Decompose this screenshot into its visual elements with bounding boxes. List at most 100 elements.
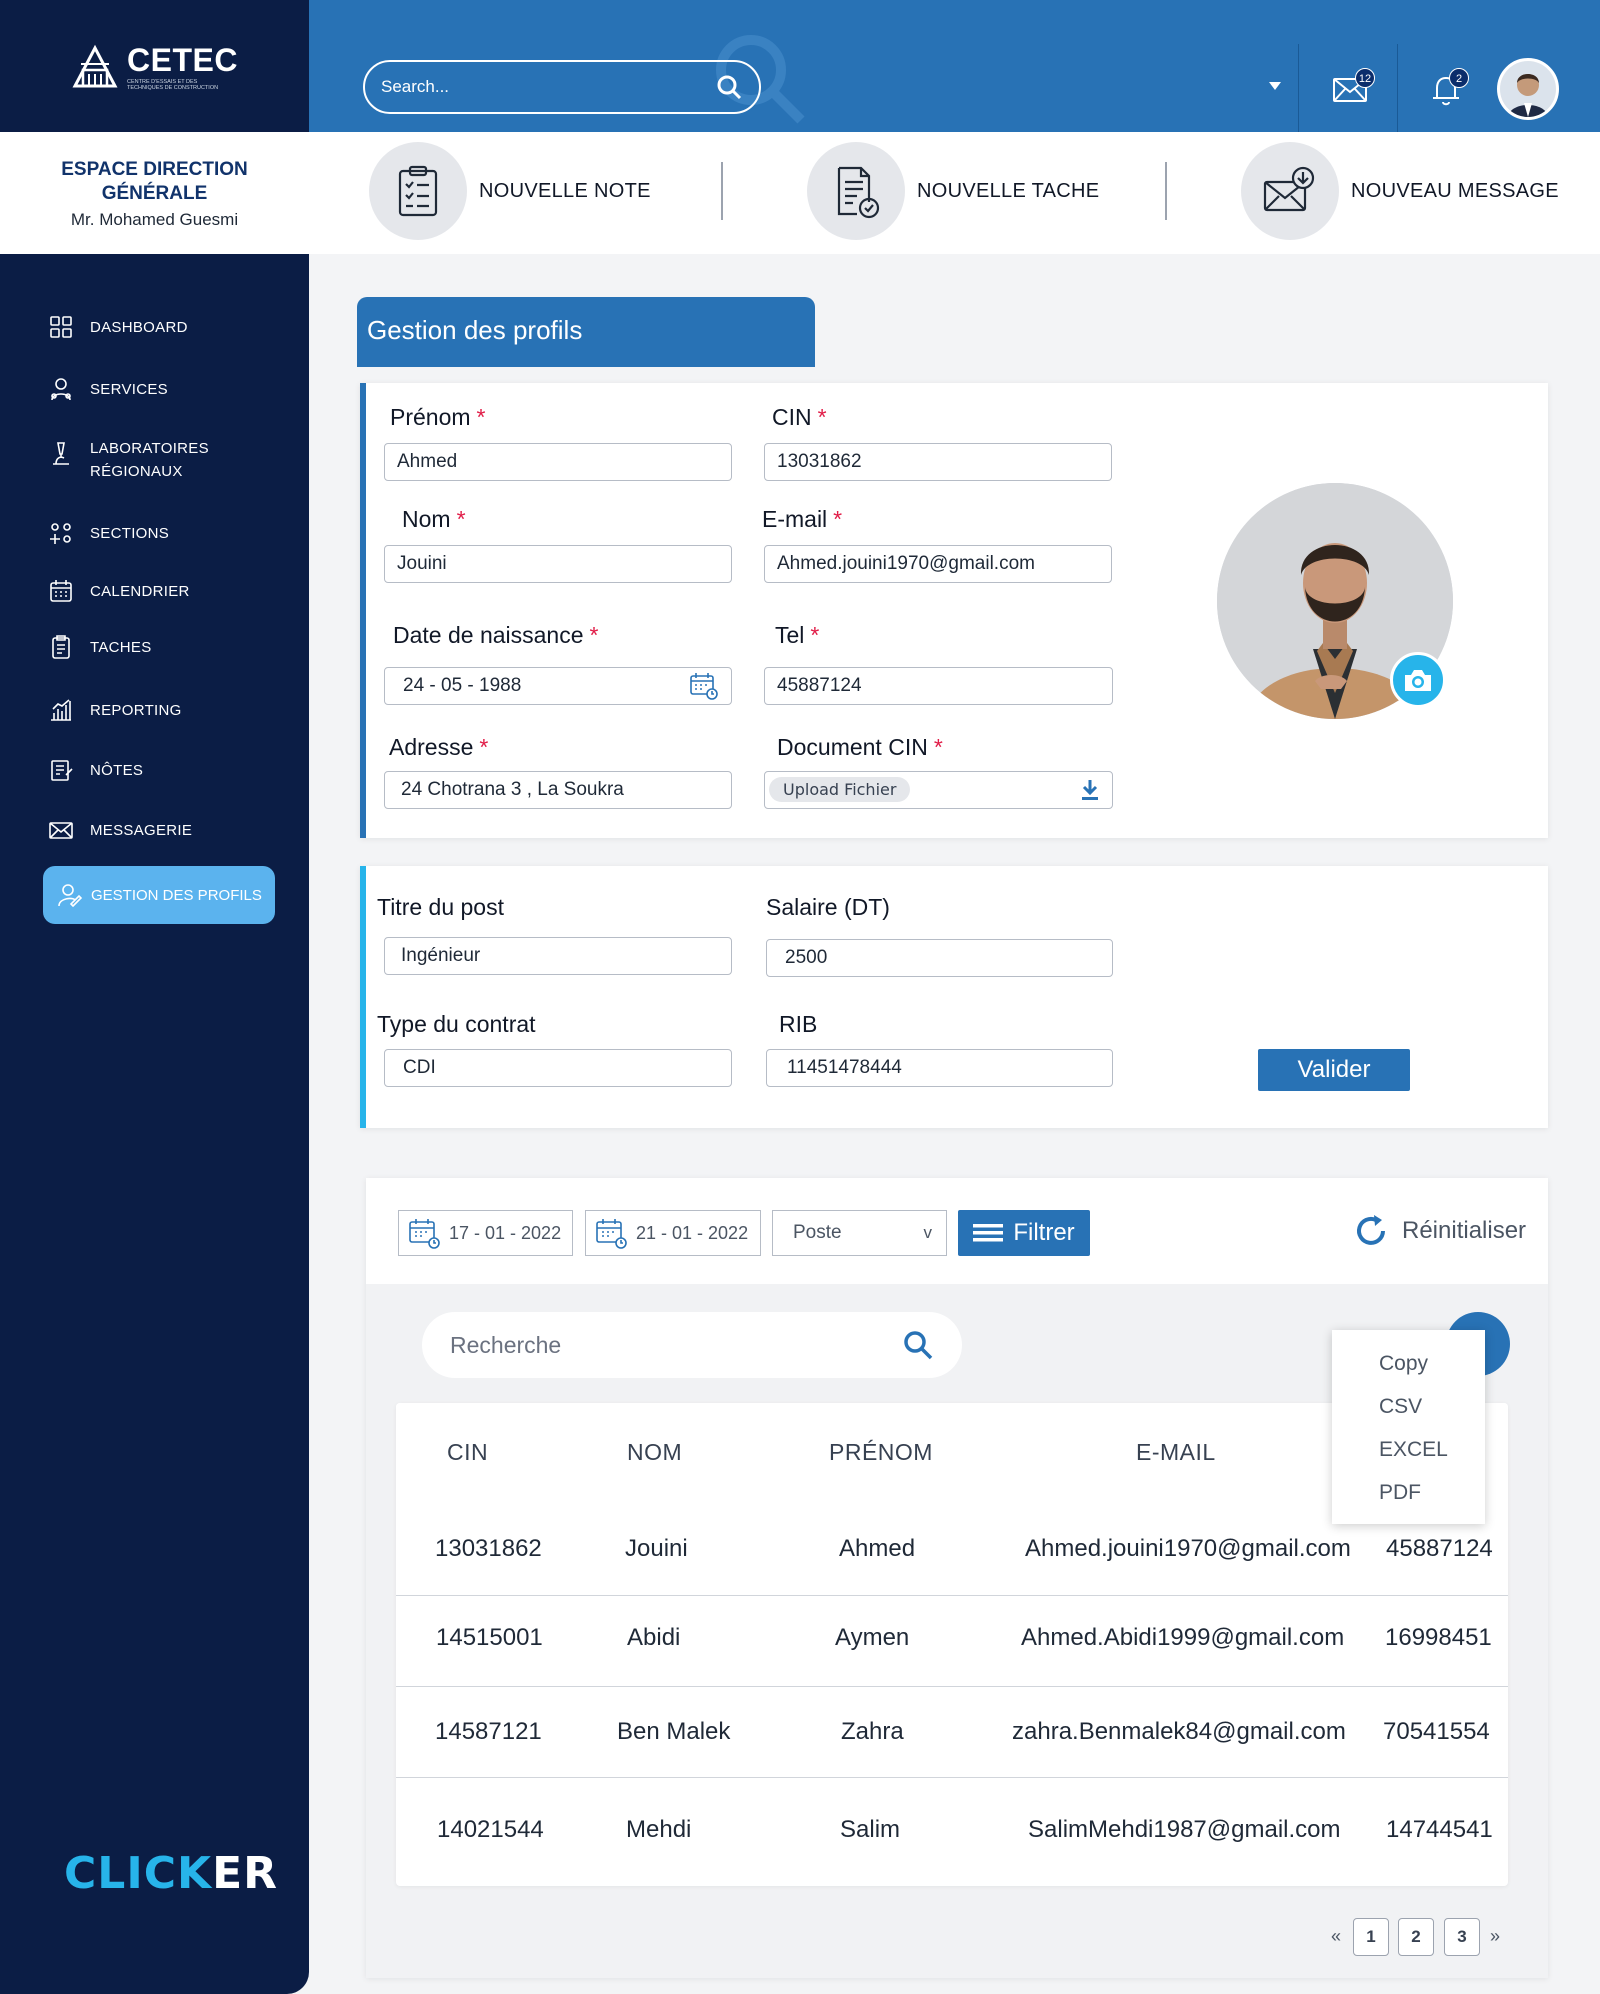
sidebar-item-calendrier[interactable]: CALENDRIER xyxy=(48,578,190,604)
rib-field[interactable]: 11451478444 xyxy=(766,1049,1113,1087)
export-copy[interactable]: Copy xyxy=(1332,1352,1485,1395)
table-search-input[interactable]: Recherche xyxy=(422,1312,962,1378)
pagination-next[interactable]: » xyxy=(1490,1926,1500,1947)
sidebar-item-services[interactable]: SERVICES xyxy=(48,376,168,402)
titre-field[interactable]: Ingénieur xyxy=(384,937,732,975)
sidebar-item-reporting[interactable]: REPORTING xyxy=(48,697,182,723)
sidebar-item-label: SECTIONS xyxy=(90,524,170,542)
reinitialiser-button[interactable]: Réinitialiser xyxy=(1352,1212,1526,1250)
cell-email: Ahmed.Abidi1999@gmail.com xyxy=(1021,1624,1345,1651)
table-row[interactable]: 14587121 Ben Malek Zahra zahra.Benmalek8… xyxy=(396,1686,1508,1777)
chevron-down-icon: v xyxy=(923,1223,933,1242)
search-icon[interactable] xyxy=(715,73,743,101)
microscope-icon xyxy=(53,442,69,465)
adresse-label-text: Adresse xyxy=(389,734,474,760)
quick-divider xyxy=(1165,162,1167,220)
avatar[interactable] xyxy=(1497,58,1559,120)
pagination-page-1[interactable]: 1 xyxy=(1353,1918,1389,1956)
menu-icon xyxy=(973,1224,1004,1242)
doc-cin-upload[interactable]: Upload Fichier xyxy=(764,771,1113,809)
column-header-nom[interactable]: NOM xyxy=(627,1439,682,1466)
search-icon[interactable] xyxy=(902,1329,934,1361)
pagination-page-2[interactable]: 2 xyxy=(1398,1918,1434,1956)
upload-file-button[interactable]: Upload Fichier xyxy=(769,777,911,802)
pagination-page-3[interactable]: 3 xyxy=(1444,1918,1480,1956)
header-divider xyxy=(1397,44,1398,132)
valider-button[interactable]: Valider xyxy=(1258,1049,1410,1091)
sidebar-item-messagerie[interactable]: MESSAGERIE xyxy=(48,817,192,843)
contrat-field[interactable]: CDI xyxy=(384,1049,732,1087)
search-input[interactable]: Search... xyxy=(363,60,761,114)
date-from-field[interactable]: 17 - 01 - 2022 xyxy=(398,1210,573,1256)
sidebar-item-dashboard[interactable]: DASHBOARD xyxy=(48,314,188,340)
naissance-field[interactable]: 24 - 05 - 1988 xyxy=(384,667,732,705)
sidebar-item-label: GESTION DES PROFILS xyxy=(91,886,262,904)
export-pdf[interactable]: PDF xyxy=(1332,1481,1485,1524)
adresse-field[interactable]: 24 Chotrana 3 , La Soukra xyxy=(384,771,732,809)
doc-cin-label: Document CIN * xyxy=(777,734,943,761)
quick-actions-bar: NOUVELLE NOTE NOUVELLE TACHE NOUVEAU MES… xyxy=(309,132,1600,254)
sidebar-item-gestion-profils[interactable]: GESTION DES PROFILS xyxy=(43,866,275,924)
nouvelle-note-button[interactable]: NOUVELLE NOTE xyxy=(369,142,651,240)
chevron-down-icon[interactable] xyxy=(1269,82,1281,90)
cell-cin: 14515001 xyxy=(436,1624,543,1651)
email-field[interactable]: Ahmed.jouini1970@gmail.com xyxy=(764,545,1112,583)
cin-label: CIN * xyxy=(772,404,827,431)
poste-select[interactable]: Poste v xyxy=(772,1210,947,1256)
nom-label-text: Nom xyxy=(402,506,451,532)
sidebar-item-taches[interactable]: TACHES xyxy=(48,634,152,660)
quick-divider xyxy=(721,162,723,220)
sidebar-item-label-line2: RÉGIONAUX xyxy=(90,463,183,480)
services-icon xyxy=(51,378,71,401)
required-mark: * xyxy=(589,622,599,648)
naissance-value: 24 - 05 - 1988 xyxy=(403,675,522,696)
sidebar-item-notes[interactable]: NÔTES xyxy=(48,757,143,783)
sidebar-item-label: SERVICES xyxy=(90,380,168,398)
nouveau-message-button[interactable]: NOUVEAU MESSAGE xyxy=(1241,142,1559,240)
calendar-icon xyxy=(50,580,72,602)
poste-value: Poste xyxy=(793,1222,842,1243)
cell-cin: 13031862 xyxy=(435,1535,542,1562)
column-header-prenom[interactable]: PRÉNOM xyxy=(829,1439,933,1466)
salaire-field[interactable]: 2500 xyxy=(766,939,1113,977)
pagination-prev[interactable]: « xyxy=(1331,1926,1341,1947)
salaire-label: Salaire (DT) xyxy=(766,894,890,920)
calendar-icon[interactable] xyxy=(689,671,719,701)
column-header-email[interactable]: E-MAIL xyxy=(1136,1439,1216,1466)
prenom-value: Ahmed xyxy=(397,451,458,472)
tel-label-text: Tel xyxy=(775,622,805,648)
column-header-cin[interactable]: CIN xyxy=(447,1439,488,1466)
reinitialiser-label: Réinitialiser xyxy=(1402,1217,1527,1244)
cin-field[interactable]: 13031862 xyxy=(764,443,1112,481)
sidebar-item-label: REPORTING xyxy=(90,701,182,719)
sections-icon xyxy=(50,523,71,544)
change-photo-button[interactable] xyxy=(1390,652,1446,708)
footer-logo: CLICKER xyxy=(64,1848,278,1899)
espace-title-line2: GÉNÉRALE xyxy=(101,183,208,204)
tel-field[interactable]: 45887124 xyxy=(764,667,1113,705)
note-icon-wrap xyxy=(369,142,467,240)
sidebar-item-laboratoires[interactable]: LABORATOIRES RÉGIONAUX xyxy=(48,440,209,480)
camera-icon xyxy=(1405,670,1431,691)
export-excel[interactable]: EXCEL xyxy=(1332,1438,1485,1481)
calendar-icon xyxy=(596,1219,627,1249)
clipboard-icon xyxy=(398,165,438,217)
date-to-field[interactable]: 21 - 01 - 2022 xyxy=(585,1210,761,1256)
nouvelle-tache-button[interactable]: NOUVELLE TACHE xyxy=(807,142,1099,240)
user-edit-icon xyxy=(58,884,83,908)
nom-field[interactable]: Jouini xyxy=(384,545,732,583)
titre-label: Titre du post xyxy=(377,894,504,920)
export-csv[interactable]: CSV xyxy=(1332,1395,1485,1438)
table-row[interactable]: 14021544 Mehdi Salim SalimMehdi1987@gmai… xyxy=(396,1777,1508,1886)
filtrer-button[interactable]: Filtrer xyxy=(958,1210,1090,1256)
download-icon[interactable] xyxy=(1080,778,1100,802)
brand-logo[interactable]: CETEC CENTRE D'ESSAIS ET DES TECHNIQUES … xyxy=(0,0,309,132)
rib-value: 11451478444 xyxy=(787,1057,902,1078)
cell-prenom: Aymen xyxy=(835,1624,910,1651)
table-row[interactable]: 14515001 Abidi Aymen Ahmed.Abidi1999@gma… xyxy=(396,1595,1508,1686)
prenom-field[interactable]: Ahmed xyxy=(384,443,732,481)
header-divider xyxy=(1298,44,1299,132)
chart-icon xyxy=(51,699,71,721)
cell-tel: 16998451 xyxy=(1385,1624,1492,1651)
sidebar-item-sections[interactable]: SECTIONS xyxy=(48,520,169,546)
